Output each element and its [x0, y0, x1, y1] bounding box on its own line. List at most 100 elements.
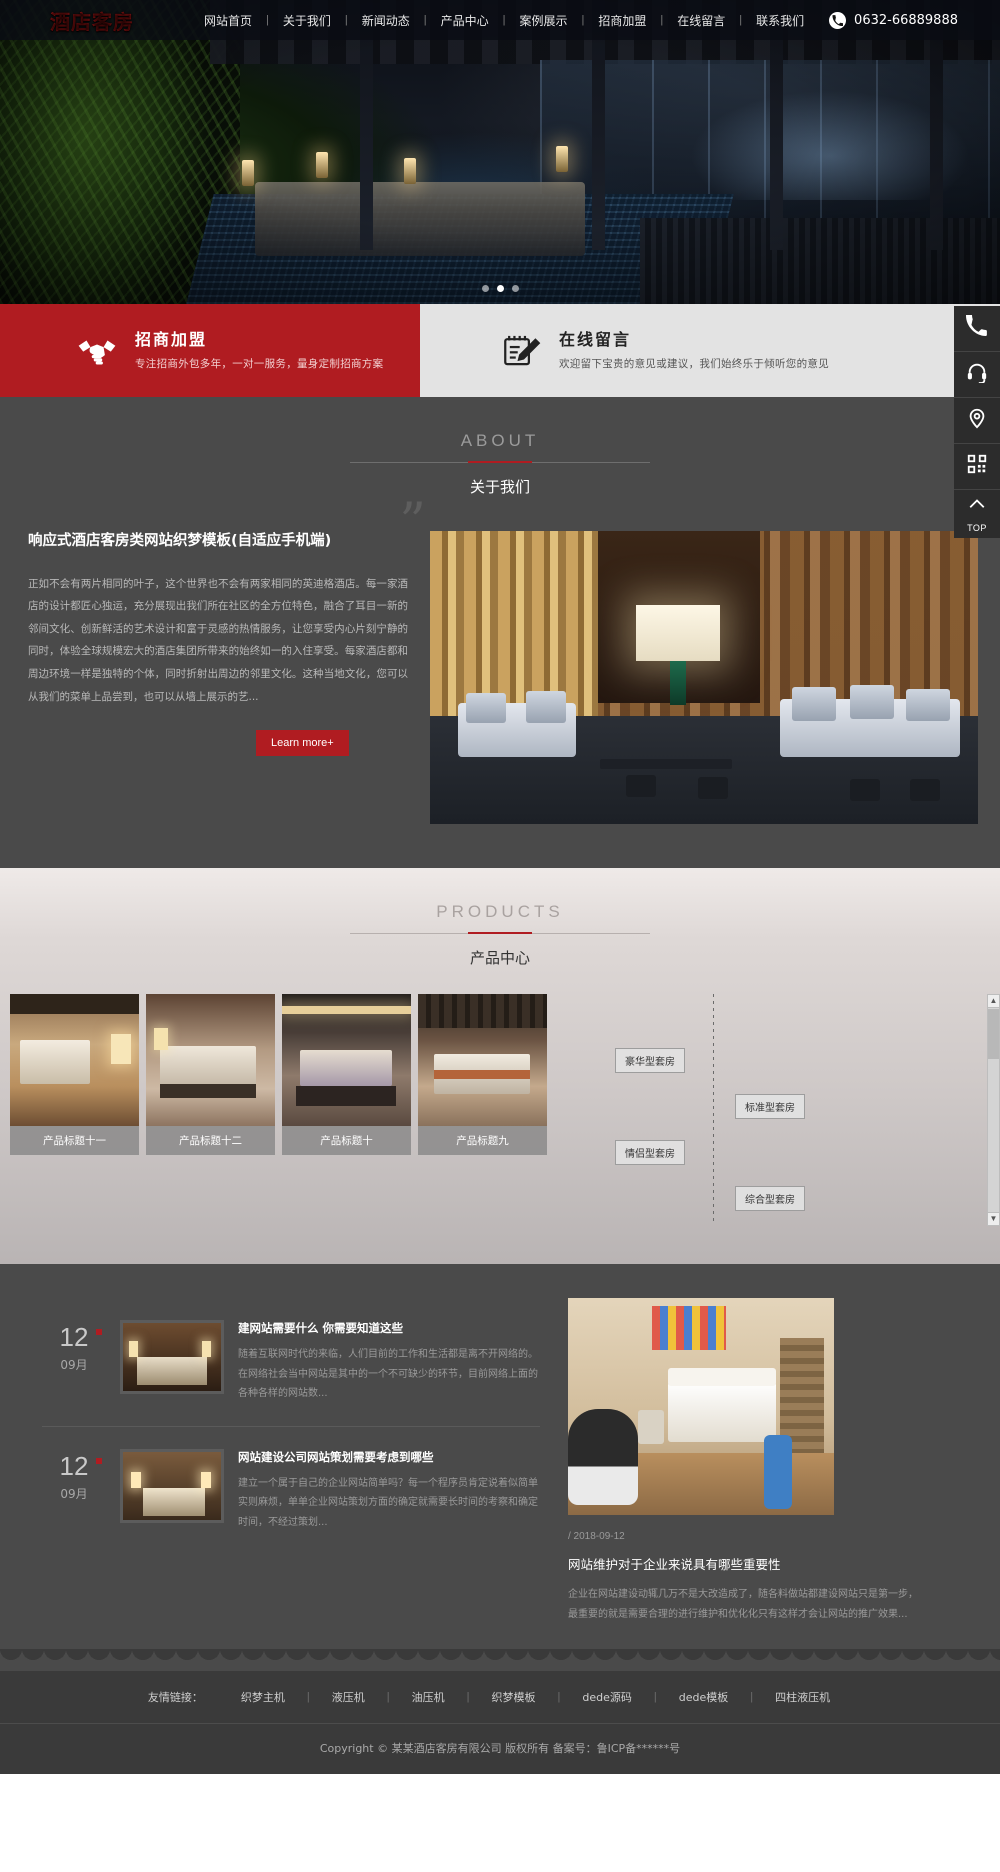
- footer-copyright: Copyright © 某某酒店客房有限公司 版权所有 备案号：鲁ICP备***…: [0, 1723, 1000, 1774]
- hero-dot-1[interactable]: [481, 285, 489, 292]
- hero-slider-dots: [0, 285, 1000, 292]
- page-root: 酒店客房 网站首页 | 关于我们 | 新闻动态 | 产品中心 | 案例展示 | …: [0, 0, 1000, 1774]
- product-image: [10, 994, 139, 1126]
- nav-item-contact[interactable]: 联系我们: [742, 12, 818, 29]
- products-axis-line: [713, 994, 714, 1224]
- news-month: 09月: [60, 1486, 88, 1501]
- nav-item-about[interactable]: 关于我们: [269, 12, 345, 29]
- sidebar-item-top[interactable]: TOP: [954, 490, 1000, 538]
- hero-dot-3[interactable]: [511, 285, 519, 292]
- news-feature-title[interactable]: 网站维护对于企业来说具有哪些重要性: [568, 1554, 934, 1573]
- news-date: 12 09月: [42, 1320, 106, 1404]
- header-phone: 0632-66889888: [829, 11, 958, 29]
- about-title-cn: 关于我们: [469, 478, 530, 496]
- nav-item-news[interactable]: 新闻动态: [348, 12, 424, 29]
- about-title-en: ABOUT: [460, 431, 540, 450]
- about-rule: [350, 461, 650, 463]
- nav-item-cases[interactable]: 案例展示: [506, 12, 582, 29]
- site-footer: 友情链接： 织梦主机 | 液压机 | 油压机 | 织梦模板 | dede源码 |…: [0, 1671, 1000, 1774]
- about-text-column: ” 响应式酒店客房类网站织梦模板(自适应手机端) 正如不会有两片相同的叶子，这个…: [28, 497, 426, 824]
- product-image: [146, 994, 275, 1126]
- footer-link-hydraulic-press[interactable]: 液压机: [310, 1689, 387, 1705]
- news-feature[interactable]: / 2018-09-12 网站维护对于企业来说具有哪些重要性 企业在网站建设动辄…: [554, 1298, 934, 1624]
- footer-link-oil-press[interactable]: 油压机: [390, 1689, 467, 1705]
- footer-link-four-column-press[interactable]: 四柱液压机: [753, 1689, 852, 1705]
- hero-dot-2[interactable]: [496, 285, 504, 292]
- promo-message[interactable]: 在线留言 欢迎留下宝贵的意见或建议，我们始终乐于倾听您的意见: [420, 304, 1000, 397]
- news-desc: 建立一个属于自己的企业网站简单吗？每一个程序员肯定说着似简单实则麻烦，单单企业网…: [238, 1477, 538, 1528]
- product-caption: 产品标题九: [418, 1126, 547, 1155]
- product-card[interactable]: 产品标题十二: [146, 994, 275, 1224]
- header-phone-number: 0632-66889888: [854, 12, 958, 28]
- about-image-stool-3: [850, 779, 880, 801]
- news-text: 建网站需要什么 你需要知道这些 随着互联网时代的来临，人们目前的工作和生活都是离…: [238, 1320, 540, 1404]
- scrollbar-thumb[interactable]: [988, 1009, 999, 1059]
- product-card[interactable]: 产品标题十一: [10, 994, 139, 1224]
- products-title-en: PRODUCTS: [436, 902, 564, 921]
- news-title[interactable]: 网站建设公司网站策划需要考虑到哪些: [238, 1449, 540, 1465]
- promo-franchise-text: 招商加盟 专注招商外包多年，一对一服务，量身定制招商方案: [135, 330, 383, 371]
- products-diagram: 豪华型套房 标准型套房 情侣型套房 综合型套房 ▲ ▼: [583, 994, 1000, 1226]
- product-caption: 产品标题十: [282, 1126, 411, 1155]
- friendly-links-label: 友情链接：: [147, 1691, 203, 1704]
- nav-item-home[interactable]: 网站首页: [190, 12, 266, 29]
- news-date-dot-icon: [96, 1457, 102, 1464]
- main-nav: 网站首页 | 关于我们 | 新闻动态 | 产品中心 | 案例展示 | 招商加盟 …: [190, 12, 818, 29]
- scroll-up-icon[interactable]: ▲: [988, 995, 999, 1008]
- products-body: 产品标题十一 产品标题十二 产品标题十 产品标题九 豪华型套房 标准型套房 情侣…: [0, 994, 1000, 1226]
- site-logo[interactable]: 酒店客房: [38, 6, 146, 34]
- product-image: [282, 994, 411, 1126]
- promo-banner: 招商加盟 专注招商外包多年，一对一服务，量身定制招商方案 在线留言 欢迎留下宝贵…: [0, 304, 1000, 397]
- news-date-dot-icon: [96, 1329, 102, 1335]
- sidebar-item-service[interactable]: [954, 352, 1000, 398]
- headset-icon: [966, 361, 988, 388]
- products-rule-accent: [468, 932, 532, 934]
- products-scrollbar[interactable]: ▲ ▼: [987, 994, 1000, 1226]
- news-feature-desc: 企业在网站建设动辄几万不是大改造成了，随各料做站都建设网站只是第一步，最重要的就…: [568, 1589, 918, 1620]
- promo-message-subtitle: 欢迎留下宝贵的意见或建议，我们始终乐于倾听您的意见: [559, 358, 829, 371]
- footer-link-zhimeng-template[interactable]: 织梦模板: [470, 1689, 558, 1705]
- about-image: [430, 531, 978, 824]
- scallop-shape: [0, 1649, 1000, 1671]
- footer-link-dede-source[interactable]: dede源码: [560, 1689, 654, 1705]
- sidebar-item-qrcode[interactable]: [954, 444, 1000, 490]
- footer-link-dede-template[interactable]: dede模板: [657, 1689, 751, 1705]
- scroll-down-icon[interactable]: ▼: [988, 1212, 999, 1225]
- learn-more-button[interactable]: Learn more+: [256, 730, 349, 757]
- news-thumbnail: [120, 1320, 224, 1394]
- phone-icon: [966, 314, 988, 342]
- news-list: 12 09月 建网站需要什么 你需要知道这些 随着互联网时代的来临，人们目前的工…: [0, 1298, 540, 1624]
- hero-vignette: [0, 0, 1000, 304]
- about-image-lamp: [636, 605, 720, 661]
- product-tag-luxury[interactable]: 豪华型套房: [615, 1048, 685, 1073]
- about-image-stool-1: [626, 775, 656, 797]
- news-text: 网站建设公司网站策划需要考虑到哪些 建立一个属于自己的企业网站简单吗？每一个程序…: [238, 1449, 540, 1533]
- sidebar-item-phone[interactable]: [954, 306, 1000, 352]
- about-image-cushion-4: [850, 685, 894, 719]
- about-paragraph: 正如不会有两片相同的叶子，这个世界也不会有两家相同的英迪格酒店。每一家酒店的设计…: [28, 577, 408, 703]
- note-pencil-icon: [500, 330, 542, 372]
- product-tag-combined[interactable]: 综合型套房: [735, 1186, 805, 1211]
- product-card[interactable]: 产品标题九: [418, 994, 547, 1224]
- products-rule: [350, 932, 650, 934]
- footer-link-zhimeng-host[interactable]: 织梦主机: [219, 1689, 307, 1705]
- product-caption: 产品标题十二: [146, 1126, 275, 1155]
- products-grid: 产品标题十一 产品标题十二 产品标题十 产品标题九: [0, 994, 547, 1224]
- nav-item-message[interactable]: 在线留言: [663, 12, 739, 29]
- nav-item-franchise[interactable]: 招商加盟: [584, 12, 660, 29]
- product-card[interactable]: 产品标题十: [282, 994, 411, 1224]
- news-title[interactable]: 建网站需要什么 你需要知道这些: [238, 1320, 540, 1336]
- nav-item-products[interactable]: 产品中心: [427, 12, 503, 29]
- news-item[interactable]: 12 09月 建网站需要什么 你需要知道这些 随着互联网时代的来临，人们目前的工…: [42, 1298, 540, 1427]
- hero-banner[interactable]: [0, 0, 1000, 304]
- news-item[interactable]: 12 09月 网站建设公司网站策划需要考虑到哪些 建立一个属于自己的企业网站简单…: [42, 1427, 540, 1555]
- news-thumbnail: [120, 1448, 224, 1523]
- promo-franchise[interactable]: 招商加盟 专注招商外包多年，一对一服务，量身定制招商方案: [0, 304, 420, 397]
- product-tag-standard[interactable]: 标准型套房: [735, 1094, 805, 1119]
- sidebar-top-label: TOP: [967, 523, 987, 533]
- products-section-head: PRODUCTS 产品中心: [0, 868, 1000, 968]
- product-tag-couple[interactable]: 情侣型套房: [615, 1140, 685, 1165]
- friendly-links: 友情链接： 织梦主机 | 液压机 | 油压机 | 织梦模板 | dede源码 |…: [0, 1689, 1000, 1723]
- promo-message-text: 在线留言 欢迎留下宝贵的意见或建议，我们始终乐于倾听您的意见: [559, 330, 829, 371]
- sidebar-item-map[interactable]: [954, 398, 1000, 444]
